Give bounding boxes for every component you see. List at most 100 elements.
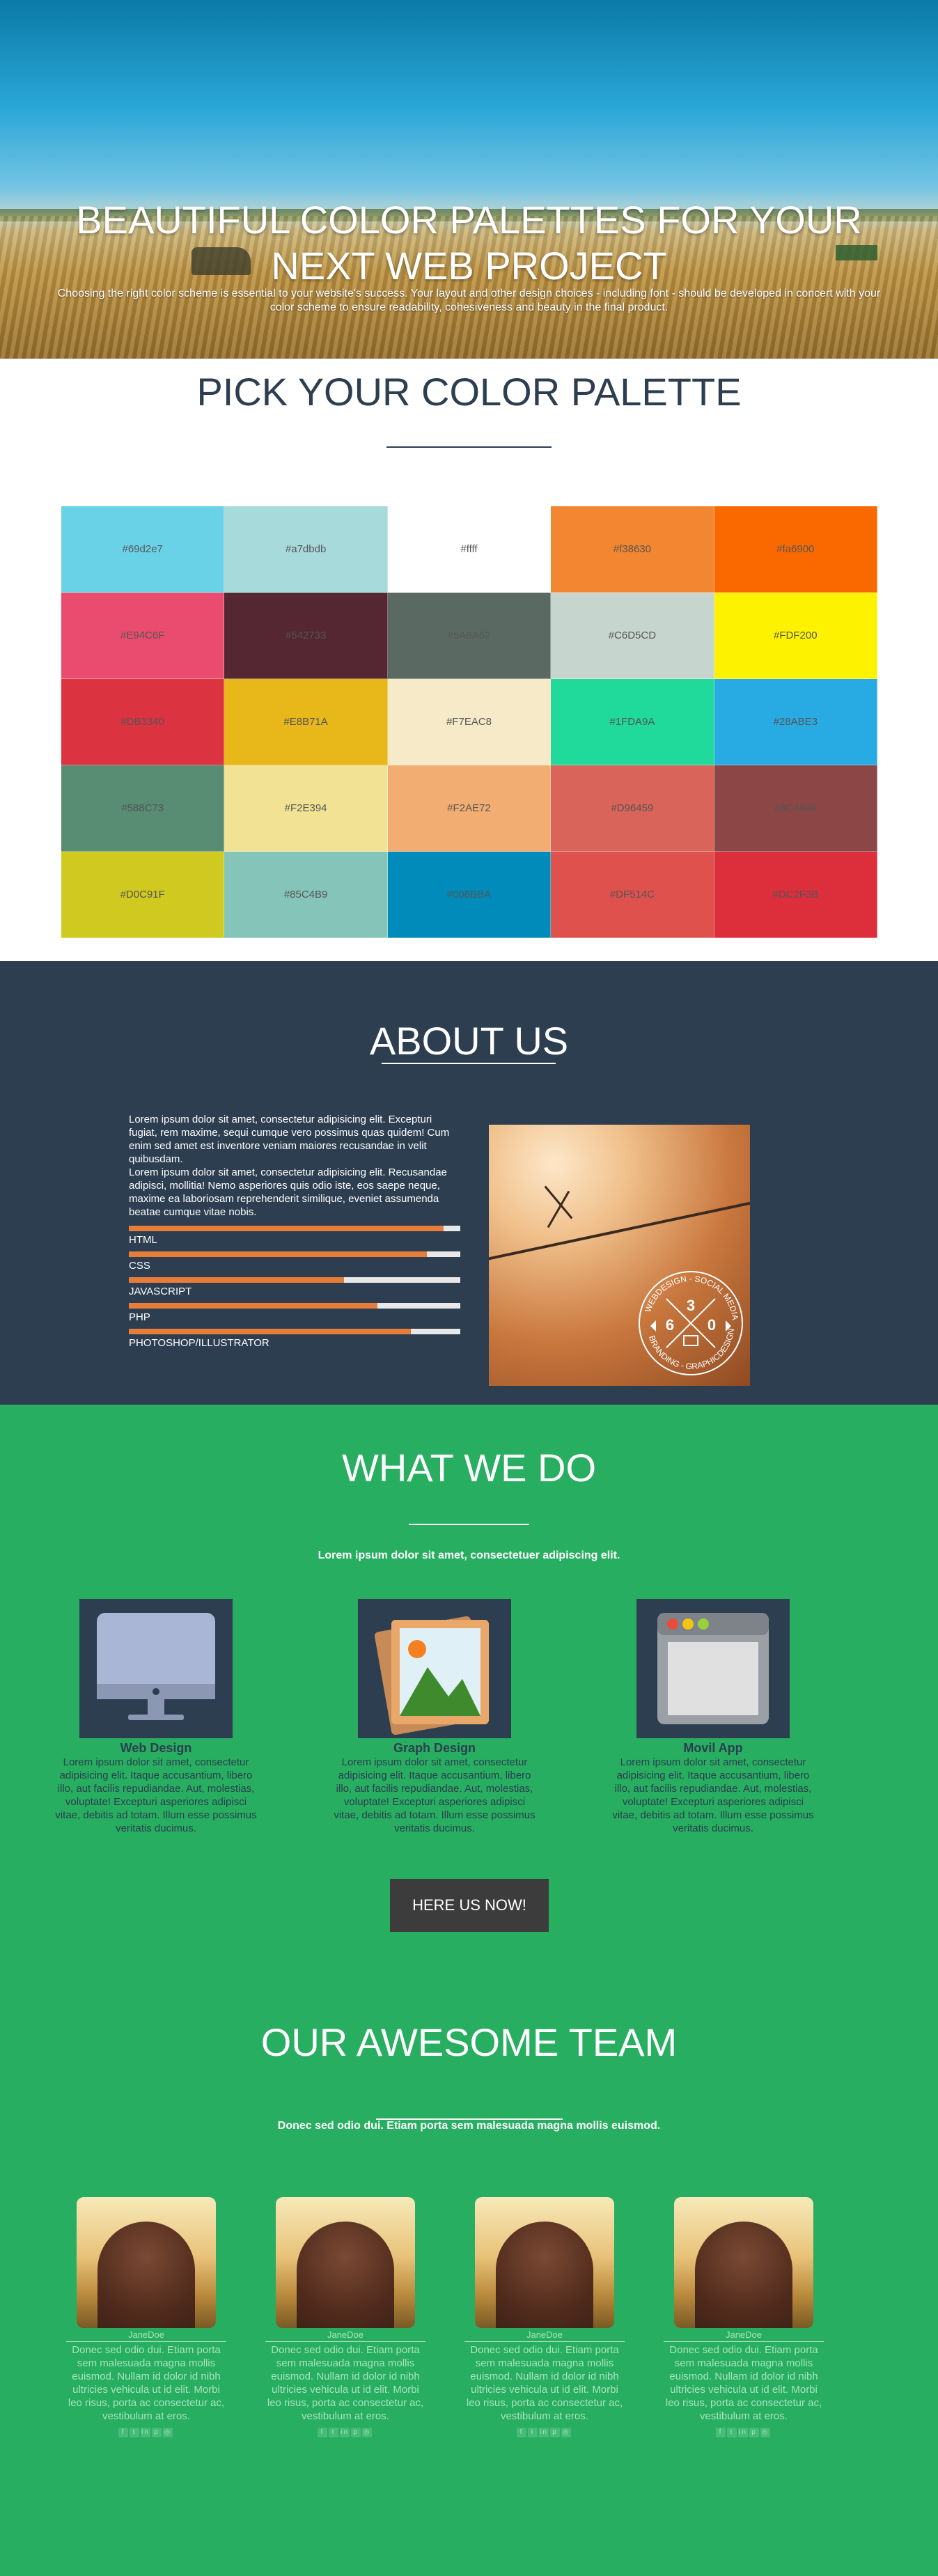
color-swatch[interactable]: #F2E394	[224, 765, 388, 852]
skill-bar: PHOTOSHOP/ILLUSTRATOR	[129, 1329, 460, 1349]
facebook-icon[interactable]: f	[118, 2428, 128, 2437]
service-description: Lorem ipsum dolor sit amet, consectetur …	[612, 1756, 814, 1834]
color-swatch[interactable]: #8C4646	[714, 765, 877, 852]
barbed-wire-shape	[489, 1199, 750, 1263]
skill-label: JAVASCRIPT	[129, 1286, 192, 1297]
color-swatch[interactable]: #fa6900	[714, 506, 877, 593]
barbed-wire-barb	[547, 1190, 570, 1228]
color-swatch[interactable]: #28ABE3	[714, 679, 877, 765]
skill-bar: CSS	[129, 1251, 460, 1272]
pinterest-icon[interactable]: p	[749, 2428, 759, 2437]
color-swatch[interactable]: #D96459	[551, 765, 714, 852]
here-us-now-button[interactable]: HERE US NOW!	[390, 1879, 549, 1932]
skill-bar: HTML	[129, 1226, 460, 1246]
instagram-icon[interactable]: ◎	[362, 2428, 372, 2437]
skill-bar-track	[129, 1251, 460, 1257]
linkedin-icon[interactable]: in	[539, 2428, 549, 2437]
color-swatch-label: #69d2e7	[122, 543, 163, 555]
color-swatch[interactable]: #E8B71A	[224, 679, 388, 765]
picture-icon	[358, 1599, 511, 1738]
team-member-photo	[77, 2197, 216, 2328]
color-swatch[interactable]: #69d2e7	[61, 506, 225, 593]
color-swatch[interactable]: #E94C6F	[61, 593, 225, 679]
service-card: Graph Design Lorem ipsum dolor sit amet, …	[330, 1599, 539, 1835]
twitter-icon[interactable]: t	[528, 2428, 538, 2437]
color-swatch[interactable]: #542733	[224, 593, 388, 679]
color-swatch-label: #f38630	[613, 543, 651, 555]
color-swatch-label: #a7dbdb	[285, 543, 327, 555]
team-member-bio: Donec sed odio dui. Etiam porta sem male…	[267, 2344, 424, 2422]
about-heading-rule	[382, 1063, 556, 1064]
skill-label: PHOTOSHOP/ILLUSTRATOR	[129, 1337, 269, 1349]
skill-bar-track	[129, 1329, 460, 1334]
pinterest-icon[interactable]: p	[351, 2428, 361, 2437]
color-swatch[interactable]: #F7EAC8	[387, 679, 552, 765]
team-member-divider	[66, 2341, 226, 2342]
linkedin-icon[interactable]: in	[738, 2428, 748, 2437]
linkedin-icon[interactable]: in	[340, 2428, 350, 2437]
team-member-photo	[475, 2197, 614, 2328]
twitter-icon[interactable]: t	[329, 2428, 338, 2437]
color-swatch-label: #F2AE72	[447, 802, 491, 814]
color-swatch-label: #C6D5CD	[608, 630, 657, 641]
color-swatch[interactable]: #588C73	[61, 765, 225, 852]
twitter-icon[interactable]: t	[727, 2428, 737, 2437]
color-swatch[interactable]: #ffff	[387, 506, 552, 593]
facebook-icon[interactable]: f	[716, 2428, 726, 2437]
skill-label: CSS	[129, 1260, 150, 1272]
skill-bar-fill	[129, 1226, 444, 1231]
services-subheading: Lorem ipsum dolor sit amet, consectetuer…	[318, 1549, 620, 1561]
color-swatch[interactable]: #DF514C	[551, 852, 714, 938]
color-swatch[interactable]: #DC2F3B	[714, 852, 877, 938]
team-member-name: JaneDoe	[327, 2329, 364, 2340]
about-photo: WEBDESIGN - SOCIAL MEDIA BRANDING - GRAP…	[489, 1125, 750, 1386]
team-member-social-links: f t in p ◎	[464, 2426, 625, 2437]
team-member-name: JaneDoe	[127, 2329, 165, 2340]
color-swatch[interactable]: #85C4B9	[224, 852, 388, 938]
color-swatch-label: #E8B71A	[283, 716, 328, 728]
pinterest-icon[interactable]: p	[152, 2428, 162, 2437]
service-title: Movil App	[683, 1741, 743, 1755]
color-swatch[interactable]: #f38630	[551, 506, 714, 593]
color-swatch[interactable]: #FDF200	[714, 593, 877, 679]
about-section: ABOUT US Lorem ipsum dolor sit amet, con…	[0, 961, 938, 1405]
color-swatch-label: #8C4646	[774, 802, 817, 814]
instagram-icon[interactable]: ◎	[163, 2428, 173, 2437]
team-member-name: JaneDoe	[526, 2329, 563, 2340]
skill-bar-track	[129, 1277, 460, 1283]
skill-bar-track	[129, 1303, 460, 1309]
skill-label: PHP	[129, 1311, 150, 1323]
team-member-portrait-shape	[297, 2222, 394, 2328]
color-swatch[interactable]: #5A6A62	[387, 593, 552, 679]
color-swatch-label: #ffff	[460, 543, 478, 555]
color-swatch[interactable]: #008BBA	[387, 852, 552, 938]
skill-bar: PHP	[129, 1303, 460, 1323]
instagram-icon[interactable]: ◎	[561, 2428, 571, 2437]
color-swatch[interactable]: #a7dbdb	[224, 506, 388, 593]
color-swatch-label: #DF514C	[609, 889, 655, 900]
linkedin-icon[interactable]: in	[141, 2428, 150, 2437]
instagram-icon[interactable]: ◎	[760, 2428, 770, 2437]
color-swatch-label: #D96459	[611, 802, 654, 814]
about-paragraph-2: Lorem ipsum dolor sit amet, consectetur …	[129, 1166, 447, 1218]
palette-heading: PICK YOUR COLOR PALETTE	[196, 370, 742, 414]
color-swatch-label: #588C73	[121, 802, 164, 814]
hero-tagline: Choosing the right color scheme is essen…	[57, 288, 881, 313]
color-swatch[interactable]: #C6D5CD	[551, 593, 714, 679]
color-swatch[interactable]: #1FDA9A	[551, 679, 714, 765]
pinterest-icon[interactable]: p	[550, 2428, 560, 2437]
hero-title-line1: BEAUTIFUL COLOR PALETTES FOR YOUR	[76, 198, 862, 242]
about-heading: ABOUT US	[369, 1019, 569, 1063]
color-swatch-label: #D0C91F	[120, 889, 165, 900]
color-swatch[interactable]: #F2AE72	[387, 765, 552, 852]
team-member-bio: Donec sed odio dui. Etiam porta sem male…	[466, 2344, 623, 2422]
color-swatch-label: #F2E394	[284, 802, 327, 814]
skill-bar: JAVASCRIPT	[129, 1277, 460, 1297]
facebook-icon[interactable]: f	[517, 2428, 526, 2437]
facebook-icon[interactable]: f	[318, 2428, 327, 2437]
team-member-name: JaneDoe	[725, 2329, 763, 2340]
color-swatch[interactable]: #D0C91F	[61, 852, 225, 938]
team-member-card: JaneDoe Donec sed odio dui. Etiam porta s…	[265, 2197, 425, 2437]
color-swatch[interactable]: #DB3340	[61, 679, 225, 765]
twitter-icon[interactable]: t	[130, 2428, 139, 2437]
